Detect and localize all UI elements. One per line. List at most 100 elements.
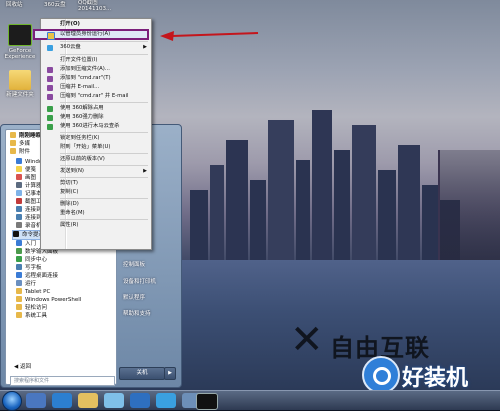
menu-item-restore-versions[interactable]: 还原以前的版本(V) (41, 155, 151, 164)
annotation-arrow-icon (160, 31, 259, 41)
submenu-arrow-icon: ▶ (143, 44, 147, 50)
taskbar-ie-icon[interactable] (52, 393, 72, 408)
menu-item-run-as-admin[interactable]: 以管理员身份运行(A) (33, 29, 151, 40)
menu-item-rename[interactable]: 重命名(M) (41, 209, 151, 218)
geforce-icon (8, 24, 32, 46)
paint-icon (16, 174, 22, 180)
scan-icon (47, 123, 53, 130)
run-icon (16, 280, 22, 286)
calculator-icon (16, 182, 22, 188)
remote-desktop-icon (16, 272, 22, 278)
menu-item-compress-email[interactable]: 压缩并 E-mail... (41, 83, 151, 92)
menu-item-open-location[interactable]: 打开文件位置(I) (41, 56, 151, 65)
note-icon (16, 166, 22, 172)
taskbar-explorer-icon[interactable] (78, 393, 98, 408)
menu-item-send-to[interactable]: 发送到(N) ▶ (41, 167, 151, 176)
desktop-icon-label: GeForce Experience (4, 48, 36, 60)
cloud-icon (47, 44, 53, 51)
folder-icon (16, 296, 22, 302)
menu-item-cut[interactable]: 剪切(T) (41, 179, 151, 188)
start-menu-header-item[interactable]: 多媒 (10, 140, 30, 148)
menu-item-add-to-cmd-rar[interactable]: 添加到 "cmd.rar"(T) (41, 74, 151, 83)
list-item[interactable]: 同步中心 (16, 256, 47, 264)
taskbar-360-browser-icon[interactable] (26, 393, 46, 408)
folder-icon (10, 140, 16, 146)
taskbar-bird-icon[interactable] (156, 393, 176, 408)
brand-text: 好装机 (402, 366, 469, 391)
taskbar (0, 390, 500, 410)
projector-icon (16, 206, 22, 212)
desktop-label-360-cloud[interactable]: 360云盘 (44, 0, 66, 8)
list-item[interactable]: 计算器 (16, 182, 42, 190)
shutdown-button[interactable]: 关机 (119, 367, 165, 380)
list-item[interactable]: Tablet PC (16, 288, 50, 296)
unlock-icon (47, 105, 53, 112)
menu-item-pin-start[interactable]: 附到「开始」菜单(U) (41, 143, 151, 152)
folder-icon (10, 148, 16, 154)
cmd-icon (13, 231, 19, 237)
notepad-icon (16, 190, 22, 196)
menu-item-360-force-delete[interactable]: 使用 360强力删除 (41, 113, 151, 122)
menu-item-add-to-archive[interactable]: 添加到压缩文件(A)... (41, 65, 151, 74)
folder-icon (9, 70, 31, 90)
start-right-default-programs[interactable]: 默认程序 (123, 293, 145, 301)
list-item[interactable]: 便笺 (16, 166, 36, 174)
start-menu-header-item[interactable]: 刚刚睡眠 (10, 132, 41, 140)
math-input-icon (16, 248, 22, 254)
menu-item-360-unlock[interactable]: 使用 360解除占用 (41, 104, 151, 113)
start-search-input[interactable]: 搜索程序和文件 (10, 376, 115, 386)
wordpad-icon (16, 264, 22, 270)
list-item[interactable]: 画图 (16, 174, 36, 182)
recorder-icon (16, 222, 22, 228)
list-item[interactable]: 远程桌面连接 (16, 272, 58, 280)
delete-icon (47, 114, 53, 121)
brand-circle-icon (362, 356, 400, 394)
getting-started-icon (16, 240, 22, 246)
list-item[interactable]: 写字板 (16, 264, 42, 272)
taskbar-cmd-icon[interactable] (196, 393, 218, 410)
winrar-icon (47, 84, 53, 91)
brand-watermark: 好装机 (362, 354, 492, 394)
folder-icon (10, 132, 16, 138)
start-right-control-panel[interactable]: 控制面板 (123, 260, 145, 268)
sync-icon (16, 256, 22, 262)
menu-item-compress-cmd-email[interactable]: 压缩到 "cmd.rar" 并 E-mail (41, 92, 151, 101)
menu-item-360-cloud[interactable]: 360云盘 ▶ (41, 43, 151, 52)
shutdown-options-arrow[interactable]: ▶ (164, 367, 176, 380)
start-right-help-support[interactable]: 帮助和支持 (123, 309, 151, 317)
submenu-arrow-icon: ▶ (143, 168, 147, 174)
start-button-icon[interactable] (2, 391, 22, 411)
folder-icon (16, 304, 22, 310)
menu-item-copy[interactable]: 复制(C) (41, 188, 151, 197)
menu-item-properties[interactable]: 属性(R) (41, 221, 151, 230)
desktop-icon-label: 新建文件夹 (6, 92, 34, 98)
menu-item-delete[interactable]: 删除(D) (41, 200, 151, 209)
folder-icon (16, 288, 22, 294)
network-projector-icon (16, 214, 22, 220)
list-item[interactable]: 录音机 (16, 222, 42, 230)
menu-item-360-trojan-scan[interactable]: 使用 360进行木马云查杀 (41, 122, 151, 131)
logo-x-icon: ✕ (290, 317, 324, 363)
shield-icon (47, 31, 55, 40)
taskbar-app-icon[interactable] (104, 393, 124, 408)
desktop-icon-new-folder[interactable]: 新建文件夹 (2, 70, 38, 98)
menu-item-pin-taskbar[interactable]: 锁定到任务栏(K) (41, 134, 151, 143)
list-item[interactable]: 系统工具 (16, 312, 47, 320)
list-item[interactable]: 记事本 (16, 190, 42, 198)
list-item[interactable]: 运行 (16, 280, 36, 288)
list-item[interactable]: Windows PowerShell (16, 296, 81, 304)
start-menu-header-item[interactable]: 附件 (10, 148, 30, 156)
desktop-label-recycle-bin[interactable]: 回收站 (6, 0, 23, 8)
list-item[interactable]: 入门 (16, 240, 36, 248)
context-menu: 打开(O) 以管理员身份运行(A) 360云盘 ▶ 打开文件位置(I) 添加到压缩… (33, 18, 152, 250)
list-item[interactable]: 轻松访问 (16, 304, 47, 312)
back-button[interactable]: ◀ 返回 (14, 362, 31, 370)
start-right-devices-printers[interactable]: 设备和打印机 (123, 277, 156, 285)
menu-item-open[interactable]: 打开(O) (41, 20, 151, 29)
snipping-icon (16, 198, 22, 204)
desktop-label-qq-screenshot[interactable]: QQ截图 20141103... (78, 0, 111, 12)
winrar-icon (47, 75, 53, 82)
winrar-icon (47, 66, 53, 73)
taskbar-app-icon[interactable] (130, 393, 150, 408)
winrar-icon (47, 93, 53, 100)
